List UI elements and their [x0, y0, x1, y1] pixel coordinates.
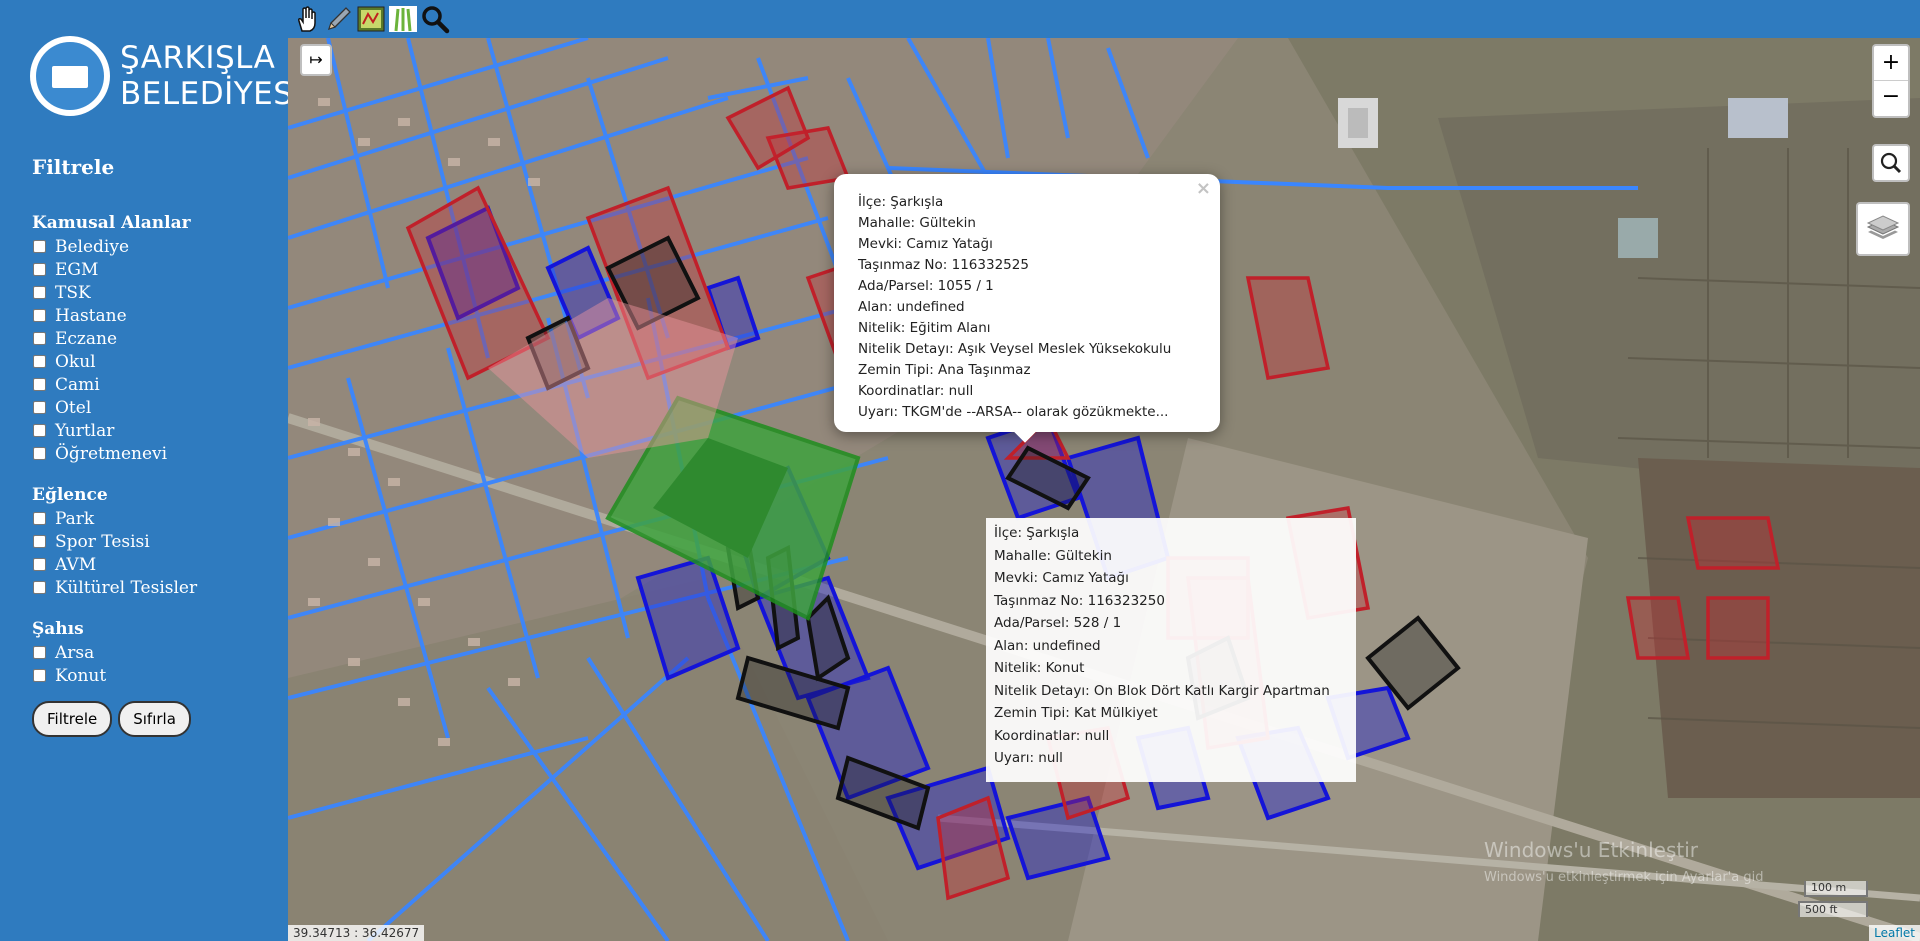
- wheat-icon[interactable]: [388, 4, 418, 34]
- checkbox[interactable]: [33, 558, 46, 571]
- checkbox[interactable]: [33, 535, 46, 548]
- section-title: Eğlence: [32, 485, 108, 505]
- section-title: Kamusal Alanlar: [32, 213, 191, 233]
- checkbox[interactable]: [33, 378, 46, 391]
- parcel-popup: × İlçe: Şarkışla Mahalle: Gültekin Mevki…: [834, 174, 1220, 443]
- logo: ŞARKIŞLA BELEDİYESİ: [30, 36, 303, 124]
- checkbox[interactable]: [33, 669, 46, 682]
- popup-line-mevki: Mevki: Camız Yatağı: [858, 236, 993, 252]
- filter-item-konut[interactable]: Konut: [32, 664, 272, 687]
- popup-line-mahalle: Mahalle: Gültekin: [858, 215, 976, 231]
- filter-item-ogretmenevi[interactable]: Öğretmenevi: [32, 442, 272, 465]
- checkbox[interactable]: [33, 581, 46, 594]
- sidebar-toggle-button[interactable]: ↦: [300, 44, 332, 76]
- checkbox[interactable]: [33, 401, 46, 414]
- checkbox[interactable]: [33, 646, 46, 659]
- reset-filter-button[interactable]: Sıfırla: [118, 701, 191, 737]
- apply-filter-button[interactable]: Filtrele: [32, 701, 113, 737]
- scale-bar-metric: 100 m: [1804, 881, 1868, 897]
- brand-name: ŞARKIŞLA BELEDİYESİ: [120, 40, 304, 112]
- search-icon[interactable]: [420, 4, 450, 34]
- activation-watermark-title: Windows'u Etkinleştir: [1484, 838, 1699, 862]
- popup-line-uyari: Uyarı: TKGM'de --ARSA-- olarak gözükmekt…: [858, 404, 1169, 420]
- tooltip-line-mevki: Mevki: Camız Yatağı: [994, 570, 1129, 586]
- layers-icon: [1866, 215, 1900, 239]
- checkbox[interactable]: [33, 355, 46, 368]
- popup-line-ilce: İlçe: Şarkışla: [858, 194, 944, 210]
- map-viewport[interactable]: ↦ + − × İlçe: Şarkışla Mahalle: Gültekin…: [288, 38, 1920, 941]
- checkbox[interactable]: [33, 332, 46, 345]
- activation-watermark-text: Windows'u etkinleştirmek için Ayarlar'a …: [1484, 870, 1764, 885]
- tooltip-line-mahalle: Mahalle: Gültekin: [994, 547, 1112, 564]
- municipality-seal: [30, 36, 110, 116]
- filter-title: Filtrele: [32, 155, 115, 179]
- checkbox[interactable]: [33, 240, 46, 253]
- checkbox[interactable]: [33, 263, 46, 276]
- filter-item-egm[interactable]: EGM: [32, 258, 272, 281]
- cursor-coordinates: 39.34713 : 36.42677: [288, 925, 425, 941]
- tooltip-line-koordinatlar: Koordinatlar: null: [994, 727, 1110, 744]
- checkbox[interactable]: [33, 512, 46, 525]
- tooltip-line-nitelik-detayi: Nitelik Detayı: On Blok Dört Katlı Kargi…: [994, 682, 1330, 699]
- checkbox[interactable]: [33, 309, 46, 322]
- filter-item-otel[interactable]: Otel: [32, 396, 272, 419]
- zoom-in-button[interactable]: +: [1874, 46, 1908, 81]
- checkbox[interactable]: [33, 447, 46, 460]
- tooltip-line-alan: Alan: undefined: [994, 637, 1101, 654]
- popup-line-nitelik: Nitelik: Eğitim Alanı: [858, 320, 991, 336]
- checkbox[interactable]: [33, 424, 46, 437]
- leaflet-attribution[interactable]: Leaflet: [1869, 925, 1920, 941]
- filter-item-arsa[interactable]: Arsa: [32, 641, 272, 664]
- checkbox[interactable]: [33, 286, 46, 299]
- map-search-button[interactable]: [1872, 144, 1910, 182]
- parcel-tooltip: İlçe: Şarkışla Mahalle: Gültekin Mevki: …: [986, 518, 1356, 782]
- popup-line-alan: Alan: undefined: [858, 299, 965, 315]
- tooltip-line-ada-parsel: Ada/Parsel: 528 / 1: [994, 615, 1122, 631]
- popup-line-tasinmaz-no: Taşınmaz No: 116332525: [858, 257, 1029, 273]
- section-title: Şahıs: [32, 619, 84, 639]
- tooltip-line-uyari: Uyarı: null: [994, 750, 1063, 766]
- filter-item-hastane[interactable]: Hastane: [32, 304, 272, 327]
- zoom-out-button[interactable]: −: [1874, 81, 1908, 115]
- hand-icon[interactable]: [292, 4, 322, 34]
- tooltip-line-nitelik: Nitelik: Konut: [994, 660, 1085, 676]
- filter-item-kulturel-tesisler[interactable]: Kültürel Tesisler: [32, 576, 272, 599]
- tooltip-line-zemin-tipi: Zemin Tipi: Kat Mülkiyet: [994, 705, 1158, 721]
- search-icon: [1880, 152, 1902, 174]
- close-icon[interactable]: ×: [1196, 178, 1211, 199]
- popup-line-zemin-tipi: Zemin Tipi: Ana Taşınmaz: [858, 362, 1031, 378]
- sidebar: ŞARKIŞLA BELEDİYESİ Filtrele Kamusal Ala…: [0, 0, 303, 941]
- filter-item-cami[interactable]: Cami: [32, 373, 272, 396]
- scale-bar-imperial: 500 ft: [1798, 901, 1868, 917]
- filter-item-park[interactable]: Park: [32, 507, 272, 530]
- popup-line-ada-parsel: Ada/Parsel: 1055 / 1: [858, 278, 994, 294]
- filter-item-eczane[interactable]: Eczane: [32, 327, 272, 350]
- filter-item-okul[interactable]: Okul: [32, 350, 272, 373]
- popup-line-nitelik-detayi: Nitelik Detayı: Aşık Veysel Meslek Yükse…: [858, 341, 1172, 357]
- tooltip-line-tasinmaz-no: Taşınmaz No: 116323250: [994, 592, 1165, 609]
- pencil-icon[interactable]: [324, 4, 354, 34]
- popup-line-koordinatlar: Koordinatlar: null: [858, 383, 974, 399]
- map-toolbar: [288, 0, 1920, 38]
- filter-item-yurtlar[interactable]: Yurtlar: [32, 419, 272, 442]
- filter-item-avm[interactable]: AVM: [32, 553, 272, 576]
- layers-button[interactable]: [1856, 202, 1910, 256]
- filter-item-belediye[interactable]: Belediye: [32, 235, 272, 258]
- zoom-control: + −: [1872, 44, 1910, 118]
- measure-icon[interactable]: [356, 4, 386, 34]
- tooltip-line-ilce: İlçe: Şarkışla: [994, 525, 1080, 541]
- filter-item-spor-tesisi[interactable]: Spor Tesisi: [32, 530, 272, 553]
- filter-panel: Filtrele Kamusal Alanlar Belediye EGM TS…: [32, 155, 272, 737]
- filter-item-tsk[interactable]: TSK: [32, 281, 272, 304]
